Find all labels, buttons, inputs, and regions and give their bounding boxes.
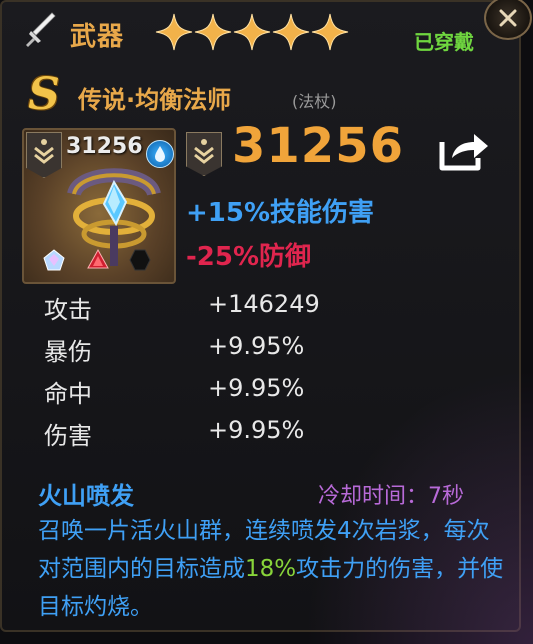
star-icon: [272, 13, 310, 51]
star-icon: [194, 13, 232, 51]
star-rating: [154, 12, 349, 52]
stat-label: 暴伤: [44, 338, 92, 366]
skill-name: 火山喷发: [38, 482, 134, 510]
star-icon: [233, 13, 271, 51]
skill-cooldown: 冷却时间：7秒: [318, 478, 464, 510]
skill-description: 召唤一片活火山群，连续喷发4次岩浆，每次对范围内的目标造成18%攻击力的伤害，并…: [38, 512, 508, 626]
stat-value: +9.95%: [208, 416, 305, 444]
star-icon: [311, 13, 349, 51]
stat-row: 伤害 +9.95%: [44, 416, 444, 458]
item-title-row: S 传说·均衡法师 (法杖): [18, 70, 498, 120]
cooldown-label: 冷却时间：: [318, 484, 429, 509]
stat-value: +146249: [208, 290, 320, 318]
stat-value: +9.95%: [208, 374, 305, 402]
gem-icon: [129, 249, 151, 271]
item-type: (法杖): [292, 92, 337, 111]
equipped-status: 已穿戴: [414, 30, 474, 54]
stat-label: 命中: [44, 380, 92, 408]
star-icon: [155, 13, 193, 51]
stat-value: +9.95%: [208, 332, 305, 360]
staff-item-icon: [67, 168, 161, 266]
slot-label: 武器: [70, 22, 125, 52]
item-icon-power: 31256: [66, 134, 143, 159]
combat-power: 31256: [232, 118, 404, 174]
penalty-defense: -25%防御: [186, 242, 312, 272]
skill-desc-highlight: 18%: [245, 556, 297, 582]
item-name: 传说·均衡法师: [78, 86, 232, 114]
sword-icon: [26, 12, 56, 47]
stat-row: 暴伤 +9.95%: [44, 332, 444, 374]
share-icon[interactable]: [438, 128, 492, 172]
gem-icon: [43, 249, 65, 271]
stat-label: 攻击: [44, 296, 92, 324]
stat-row: 攻击 +146249: [44, 290, 444, 332]
stats-list: 攻击 +146249 暴伤 +9.95% 命中 +9.95% 伤害 +9.95%: [44, 290, 444, 458]
item-header: 武器 已穿戴: [18, 8, 498, 56]
item-icon-frame[interactable]: 31256: [22, 128, 176, 284]
cooldown-value: 7秒: [428, 484, 465, 509]
bonus-skill-damage: +15%技能伤害: [186, 198, 375, 228]
stat-row: 命中 +9.95%: [44, 374, 444, 416]
grade-badge: S: [28, 69, 60, 120]
gem-icon: [87, 248, 109, 269]
close-icon: [499, 9, 517, 27]
stat-label: 伤害: [44, 422, 92, 450]
